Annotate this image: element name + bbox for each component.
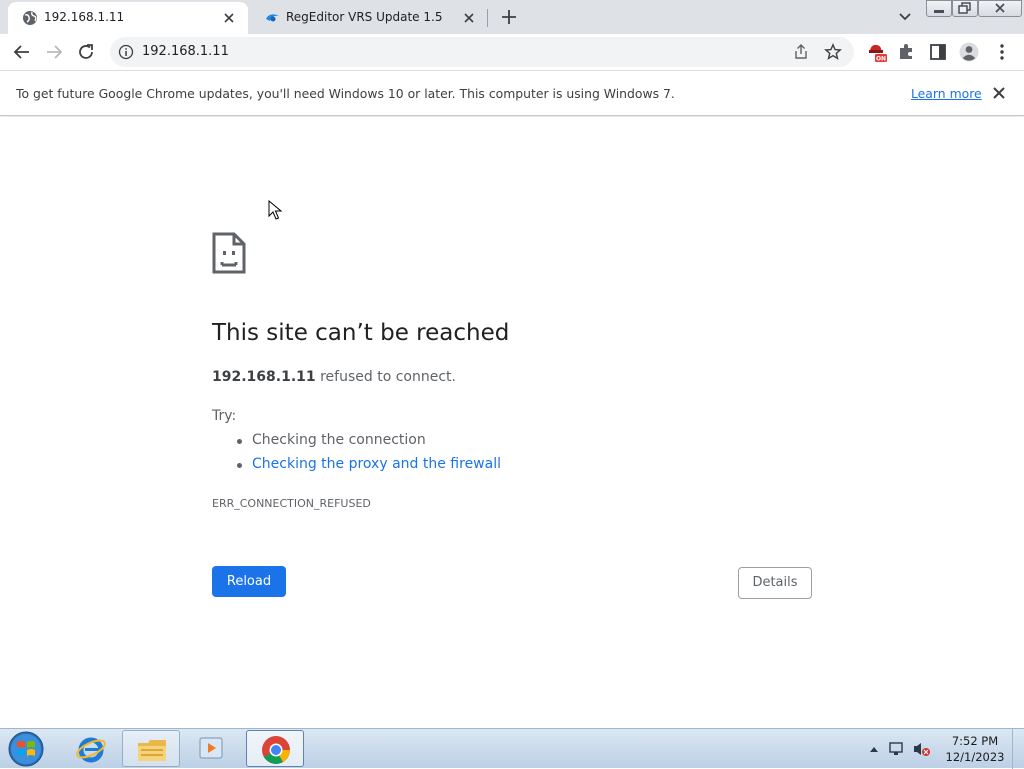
taskbar-chrome[interactable]	[246, 730, 304, 767]
media-player-icon	[199, 737, 223, 759]
back-arrow-icon[interactable]	[11, 41, 33, 63]
chrome-icon	[262, 736, 290, 764]
globe-icon	[23, 11, 37, 25]
suggestion-proxy-firewall-link[interactable]: Checking the proxy and the firewall	[237, 456, 501, 480]
info-icon[interactable]	[118, 44, 134, 60]
svg-text:ON: ON	[876, 56, 886, 63]
internet-explorer-icon	[76, 737, 106, 763]
tab-active[interactable]: 192.168.1.11	[8, 2, 248, 34]
tab-title: 192.168.1.11	[44, 10, 125, 24]
tab-title: RegEditor VRS Update 1.5	[286, 10, 443, 24]
suggestions-list: Checking the connection Checking the pro…	[237, 432, 501, 480]
puzzle-icon[interactable]	[895, 41, 917, 63]
tab-separator	[487, 9, 488, 27]
network-icon[interactable]	[889, 742, 903, 755]
kebab-menu-icon[interactable]	[991, 41, 1013, 63]
extension-on-icon[interactable]: ON	[866, 41, 888, 63]
regeditor-favicon	[266, 14, 279, 22]
file-explorer-icon	[138, 740, 166, 761]
address-bar[interactable]: 192.168.1.11	[110, 37, 854, 67]
update-infobar: To get future Google Chrome updates, you…	[0, 71, 1024, 116]
sad-page-icon	[212, 232, 246, 274]
speaker-muted-icon[interactable]	[914, 743, 930, 756]
share-icon[interactable]	[792, 43, 810, 61]
close-icon[interactable]	[220, 9, 238, 27]
learn-more-link[interactable]: Learn more	[911, 86, 982, 101]
chevron-down-icon[interactable]	[896, 9, 914, 25]
error-title: This site can’t be reached	[212, 320, 510, 346]
close-icon[interactable]	[460, 9, 478, 27]
windows-start-icon[interactable]	[6, 730, 46, 768]
suggestion-check-connection: Checking the connection	[237, 432, 501, 456]
tab-regeditor[interactable]: RegEditor VRS Update 1.5	[250, 2, 488, 34]
error-summary: 192.168.1.11 refused to connect.	[212, 369, 456, 385]
minimize-icon	[934, 10, 944, 13]
profile-icon[interactable]	[958, 41, 980, 63]
error-host: 192.168.1.11	[212, 369, 316, 385]
show-desktop-button[interactable]	[1012, 729, 1024, 769]
infobar-message: To get future Google Chrome updates, you…	[16, 86, 675, 101]
error-code: ERR_CONNECTION_REFUSED	[212, 497, 371, 510]
close-window-icon	[995, 3, 1005, 13]
taskbar: 7:52 PM 12/1/2023	[0, 728, 1024, 769]
close-window-button[interactable]	[978, 0, 1022, 17]
mouse-cursor-icon	[268, 200, 282, 220]
window-controls	[926, 0, 1024, 18]
forward-arrow-icon[interactable]	[43, 41, 65, 63]
minimize-button[interactable]	[926, 0, 952, 17]
error-page: This site can’t be reached 192.168.1.11 …	[0, 117, 1024, 728]
plus-icon[interactable]	[498, 6, 520, 28]
taskbar-clock[interactable]: 7:52 PM 12/1/2023	[944, 733, 1006, 765]
reload-icon[interactable]	[75, 41, 97, 63]
restore-button[interactable]	[952, 0, 978, 17]
star-icon[interactable]	[824, 43, 842, 61]
reload-button[interactable]: Reload	[212, 566, 286, 597]
details-button[interactable]: Details	[738, 567, 812, 599]
taskbar-media-player[interactable]	[184, 730, 242, 767]
toolbar: 192.168.1.11 ON	[0, 34, 1024, 71]
try-label: Try:	[212, 408, 237, 424]
restore-icon	[958, 2, 971, 14]
clock-time: 7:52 PM	[951, 734, 999, 748]
error-summary-text: refused to connect.	[315, 369, 456, 385]
clock-date: 12/1/2023	[945, 750, 1005, 764]
show-hidden-icons-icon[interactable]	[870, 747, 878, 752]
system-tray	[870, 742, 930, 756]
url-text[interactable]: 192.168.1.11	[142, 44, 229, 59]
tab-strip: 192.168.1.11 RegEditor VRS Update 1.5	[0, 0, 1024, 34]
close-icon[interactable]	[991, 85, 1007, 101]
taskbar-file-explorer[interactable]	[122, 730, 180, 767]
taskbar-internet-explorer[interactable]	[62, 730, 120, 767]
side-panel-icon[interactable]	[927, 41, 949, 63]
